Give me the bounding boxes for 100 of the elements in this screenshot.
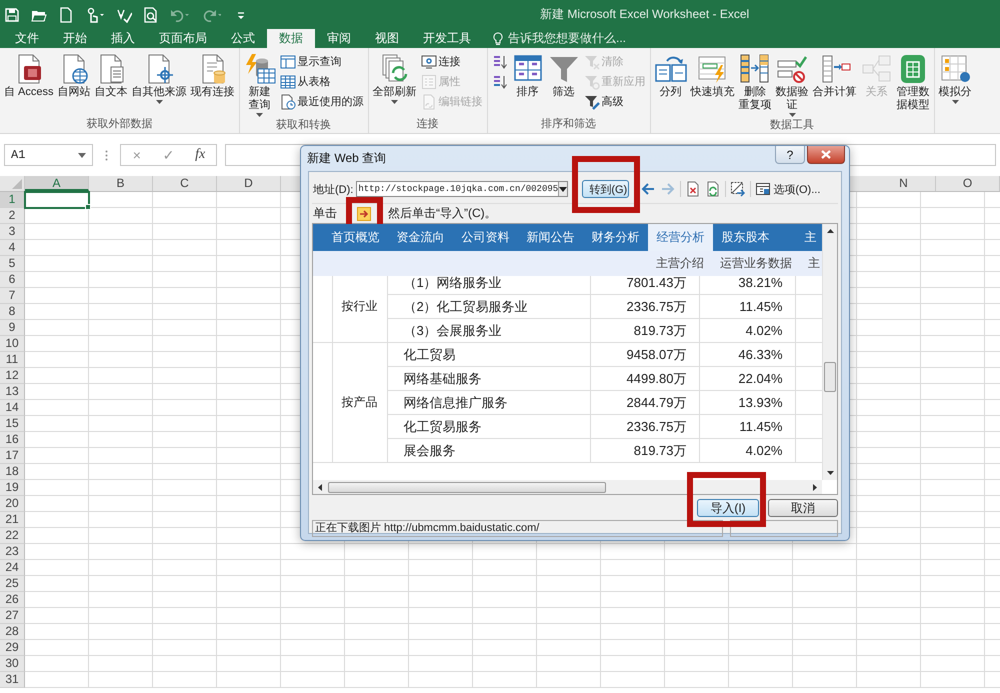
row-header[interactable]: 9 — [0, 320, 25, 336]
ribbon-button[interactable]: 筛选 — [546, 52, 582, 117]
sort-button[interactable] — [492, 53, 508, 70]
ribbon-button[interactable]: 显示查询 — [280, 53, 364, 70]
hand-icon[interactable] — [85, 6, 105, 22]
help-button[interactable]: ? — [775, 146, 805, 164]
row-header[interactable]: 13 — [0, 384, 25, 400]
ribbon-button[interactable]: 分列 — [652, 52, 689, 118]
row-header[interactable]: 24 — [0, 560, 25, 576]
row-header[interactable]: 18 — [0, 464, 25, 480]
scroll-thumb[interactable] — [824, 362, 836, 392]
nav-tab[interactable]: 股东股本 — [713, 224, 778, 251]
row-header[interactable]: 17 — [0, 448, 25, 464]
nav-tab[interactable]: 新闻公告 — [518, 224, 583, 251]
back-arrow-icon[interactable] — [640, 181, 656, 197]
ribbon-tab[interactable]: 开发工具 — [411, 29, 483, 48]
row-header[interactable]: 30 — [0, 656, 25, 672]
ribbon-button[interactable]: 从表格 — [280, 73, 364, 90]
ribbon-tab[interactable]: 页面布局 — [147, 29, 219, 48]
row-header[interactable]: 27 — [0, 608, 25, 624]
row-header[interactable]: 26 — [0, 592, 25, 608]
ribbon-tab[interactable]: 插入 — [99, 29, 147, 48]
row-header[interactable]: 20 — [0, 496, 25, 512]
row-header[interactable]: 14 — [0, 400, 25, 416]
ribbon-button[interactable]: 自 Access — [2, 52, 56, 117]
row-header[interactable]: 8 — [0, 304, 25, 320]
subnav-link[interactable]: 运营业务数据 — [720, 255, 792, 272]
nav-tab[interactable]: 首页概览 — [323, 224, 388, 251]
ribbon-button[interactable]: 模拟分 — [936, 52, 974, 133]
ribbon-button[interactable]: 新建 查询 — [242, 52, 278, 118]
ribbon-button[interactable]: 最近使用的源 — [280, 93, 364, 110]
fill-handle[interactable] — [85, 204, 91, 210]
nav-tab[interactable]: 经营分析 — [648, 224, 713, 251]
row-header[interactable]: 29 — [0, 640, 25, 656]
nav-tab[interactable]: 资金流向 — [388, 224, 453, 251]
row-header[interactable]: 19 — [0, 480, 25, 496]
save-icon[interactable] — [4, 6, 20, 22]
row-header[interactable]: 16 — [0, 432, 25, 448]
row-header[interactable]: 2 — [0, 208, 25, 224]
ribbon-button[interactable]: 自网站 — [56, 52, 93, 117]
row-header[interactable]: 3 — [0, 224, 25, 240]
ribbon-button[interactable]: 合并计算 — [810, 52, 859, 118]
ribbon-button[interactable]: 自文本 — [92, 52, 130, 117]
column-header[interactable]: O — [936, 176, 1000, 191]
options-button[interactable]: 选项(O)... — [755, 181, 820, 197]
selected-cell[interactable] — [24, 191, 90, 209]
column-header[interactable]: C — [153, 176, 217, 191]
scroll-left-icon[interactable] — [318, 484, 322, 490]
scroll-up-icon[interactable] — [826, 229, 834, 233]
ribbon-tab[interactable]: 数据 — [267, 29, 315, 48]
print-preview-icon[interactable] — [143, 6, 159, 22]
formula-button[interactable]: fx — [188, 147, 212, 163]
row-header[interactable]: 4 — [0, 240, 25, 256]
ribbon-button[interactable]: 连接 — [420, 53, 483, 70]
row-header[interactable]: 28 — [0, 624, 25, 640]
nav-tab[interactable]: 财务分析 — [583, 224, 648, 251]
row-header[interactable]: 21 — [0, 512, 25, 528]
column-header[interactable]: N — [872, 176, 936, 191]
ribbon-tab[interactable]: 公式 — [219, 29, 267, 48]
ribbon-button[interactable]: 现有连接 — [188, 52, 237, 117]
new-document-icon[interactable] — [58, 6, 74, 22]
column-header[interactable]: D — [217, 176, 281, 191]
row-header[interactable]: 31 — [0, 672, 25, 688]
row-header[interactable]: 6 — [0, 272, 25, 288]
drag-handle-icon[interactable] — [105, 150, 108, 160]
arrow-box-icon[interactable] — [357, 206, 371, 220]
cancel-button[interactable]: 取消 — [768, 499, 838, 517]
scroll-down-icon[interactable] — [826, 471, 834, 475]
row-header[interactable]: 15 — [0, 416, 25, 432]
ribbon-button[interactable]: 全部刷新 — [370, 52, 419, 117]
import-button[interactable]: 导入(I) — [697, 499, 759, 517]
ribbon-button[interactable]: 管理数 据模型 — [894, 52, 932, 118]
row-header[interactable]: 23 — [0, 544, 25, 560]
address-field[interactable]: http://stockpage.10jqka.com.cn/002095 — [356, 181, 568, 197]
row-header[interactable]: 10 — [0, 336, 25, 352]
column-header[interactable]: A — [25, 176, 89, 191]
row-header[interactable]: 11 — [0, 352, 25, 368]
row-header[interactable]: 22 — [0, 528, 25, 544]
subnav-link[interactable]: 主 — [808, 255, 820, 272]
row-header[interactable]: 5 — [0, 256, 25, 272]
nav-tab[interactable]: 公司资料 — [453, 224, 518, 251]
column-header[interactable]: B — [89, 176, 153, 191]
tell-me-search[interactable]: 告诉我您想要做什么... — [493, 29, 626, 48]
name-box[interactable]: A1 — [4, 144, 93, 166]
ribbon-button[interactable]: 删除 重复项 — [736, 52, 774, 118]
close-button[interactable] — [807, 146, 845, 164]
scroll-thumb[interactable] — [328, 482, 606, 492]
horizontal-scrollbar[interactable] — [313, 480, 822, 494]
row-header[interactable]: 25 — [0, 576, 25, 592]
nav-tab[interactable]: 主 — [778, 224, 822, 251]
vertical-scrollbar[interactable] — [822, 224, 837, 480]
subnav-link[interactable]: 主营介绍 — [656, 255, 704, 272]
ribbon-tab[interactable]: 开始 — [51, 29, 99, 48]
row-header[interactable]: 1 — [0, 192, 25, 208]
ribbon-tab[interactable]: 视图 — [363, 29, 411, 48]
scroll-right-icon[interactable] — [813, 484, 817, 490]
refresh-document-icon[interactable] — [705, 181, 722, 197]
sort-button[interactable] — [492, 73, 508, 90]
row-header[interactable]: 7 — [0, 288, 25, 304]
row-header[interactable]: 12 — [0, 368, 25, 384]
